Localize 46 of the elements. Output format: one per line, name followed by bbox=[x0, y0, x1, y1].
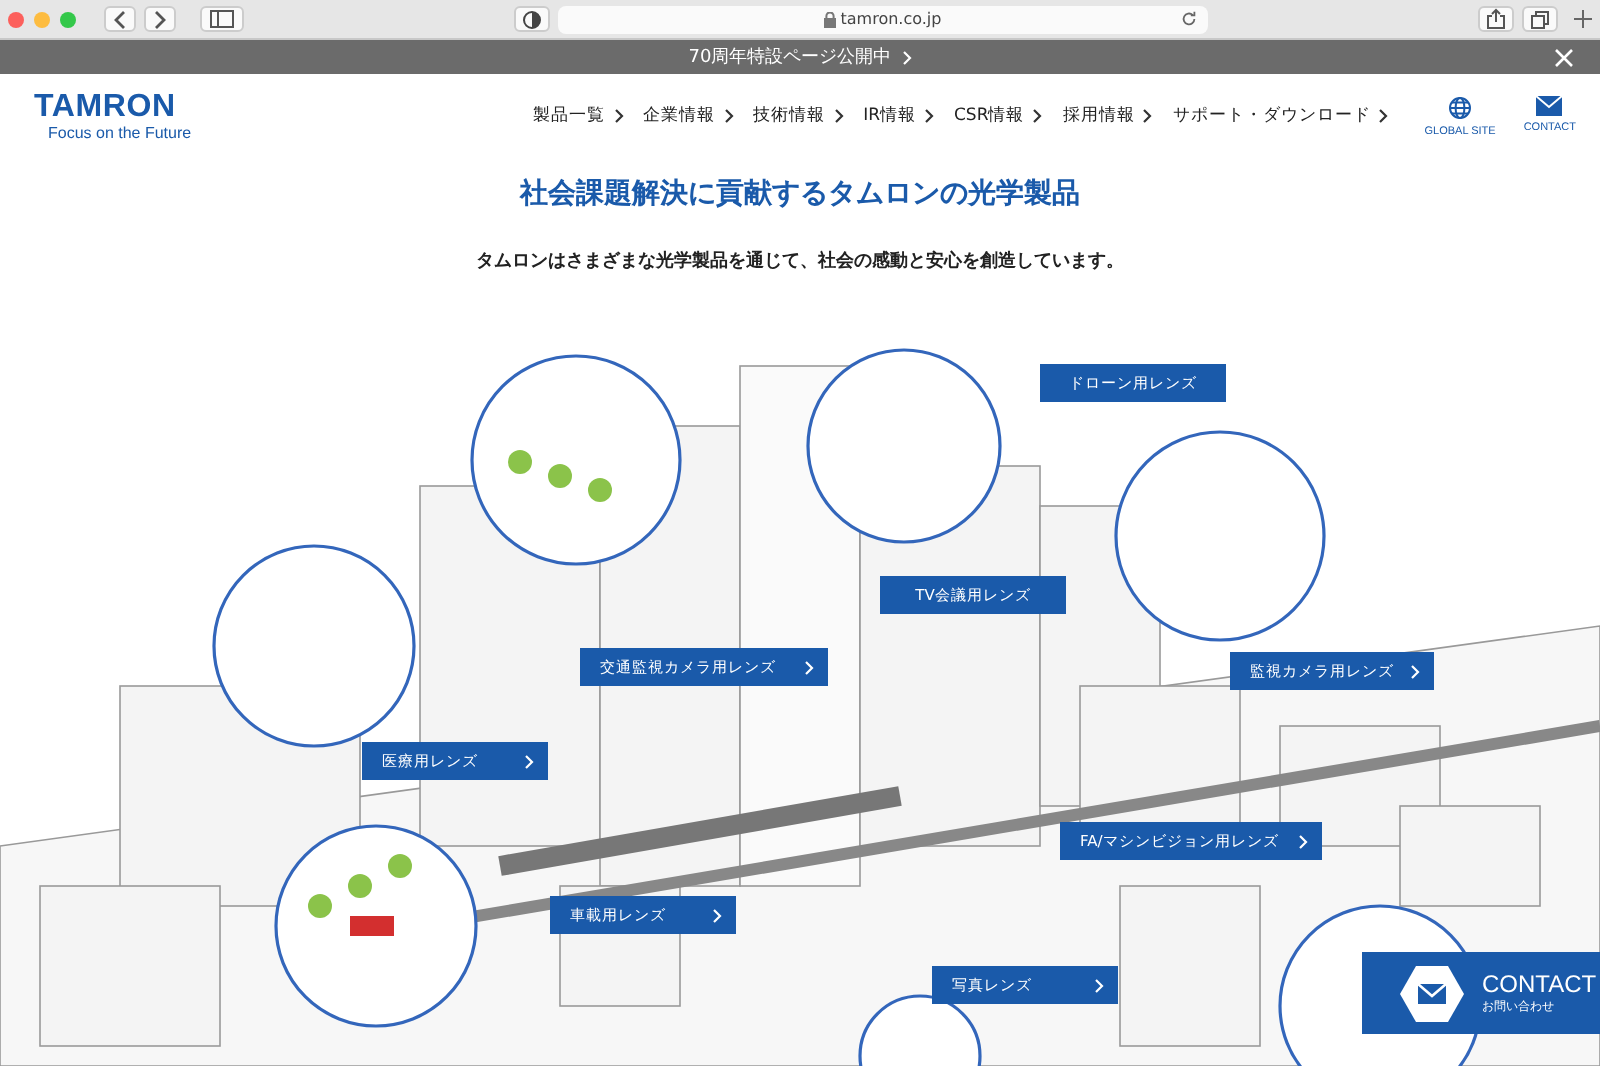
forward-icon bbox=[152, 9, 168, 29]
chevron-icon bbox=[901, 49, 912, 65]
chevron-icon bbox=[1142, 108, 1153, 124]
nav-link[interactable]: IR情報 bbox=[863, 104, 916, 128]
chevron-icon bbox=[804, 659, 814, 675]
chevron-icon bbox=[924, 108, 934, 124]
url-text: tamron.co.jp bbox=[824, 10, 942, 28]
chevron-icon bbox=[1032, 108, 1043, 124]
lead-text: タムロンはさまざまな光学製品を通じて、社会の感動と安心を創造しています。 bbox=[474, 248, 1126, 274]
chevron-icon bbox=[1378, 108, 1389, 124]
reload-icon[interactable] bbox=[1180, 9, 1198, 27]
mail-icon bbox=[1398, 963, 1466, 1023]
lock-icon bbox=[824, 11, 837, 27]
zoom-dot[interactable] bbox=[60, 11, 76, 27]
nav-link[interactable]: 製品一覧 bbox=[533, 104, 606, 128]
chevron-icon bbox=[833, 108, 844, 124]
minimize-dot[interactable] bbox=[34, 11, 50, 27]
announcement-link[interactable]: 70周年特設ページ公開中 bbox=[688, 44, 892, 70]
nav-link[interactable]: 採用情報 bbox=[1062, 104, 1135, 128]
section-heading: 社会課題解決に貢献するタムロンの光学製品 bbox=[517, 176, 1082, 214]
chevron-icon bbox=[1094, 977, 1104, 993]
logo[interactable]: TAMRON bbox=[34, 91, 504, 123]
chevron-icon bbox=[723, 108, 734, 124]
chevron-icon bbox=[1298, 833, 1308, 849]
chevron-icon bbox=[712, 907, 722, 923]
nav-link[interactable]: CSR情報 bbox=[954, 104, 1025, 128]
close-dot[interactable] bbox=[8, 11, 24, 27]
forward-button[interactable] bbox=[144, 6, 176, 32]
globe-icon bbox=[1448, 95, 1473, 119]
chevron-icon bbox=[1410, 663, 1420, 679]
nav-link[interactable]: 技術情報 bbox=[753, 104, 826, 128]
address-bar[interactable]: tamron.co.jp bbox=[558, 5, 1208, 33]
tabs-button[interactable] bbox=[1522, 6, 1558, 32]
back-icon bbox=[112, 9, 128, 29]
nav-link[interactable]: サポート・ダウンロード bbox=[1172, 104, 1371, 128]
new-tab-icon[interactable] bbox=[1574, 10, 1592, 28]
privacy-button[interactable] bbox=[514, 6, 550, 32]
share-button[interactable] bbox=[1478, 6, 1514, 32]
close-icon[interactable] bbox=[1554, 48, 1574, 68]
mail-icon bbox=[1536, 95, 1563, 115]
nav-link[interactable]: 企業情報 bbox=[643, 104, 716, 128]
sidebar-button[interactable] bbox=[200, 6, 244, 32]
chevron-icon bbox=[613, 108, 624, 124]
chevron-icon bbox=[524, 753, 534, 769]
back-button[interactable] bbox=[104, 6, 136, 32]
tagline: Focus on the Future bbox=[48, 123, 194, 141]
